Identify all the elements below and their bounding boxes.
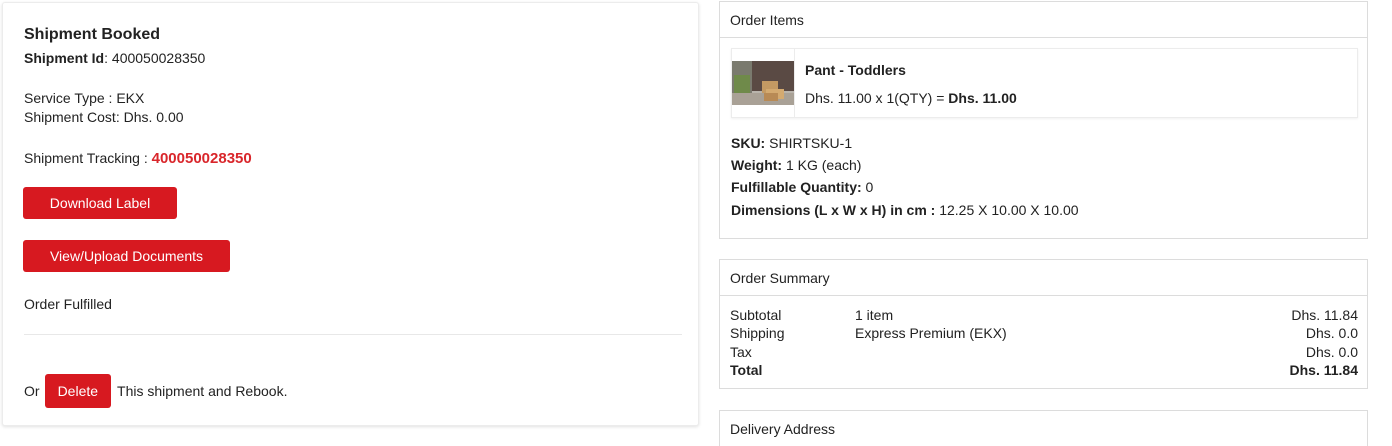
sku-label: SKU: xyxy=(731,135,766,151)
tracking-number-link[interactable]: 400050028350 xyxy=(152,150,252,167)
sku-value: SHIRTSKU-1 xyxy=(765,135,853,151)
rebook-row: Or Delete This shipment and Rebook. xyxy=(24,374,287,408)
rebook-suffix: This shipment and Rebook. xyxy=(117,383,288,399)
product-photo-icon xyxy=(732,49,794,117)
shipment-id-label: Shipment Id xyxy=(24,50,105,66)
order-items-heading: Order Items xyxy=(720,2,1367,38)
dimensions-label: Dimensions (L x W x H) in cm : xyxy=(731,202,936,218)
summary-label: Total xyxy=(730,362,763,378)
fulfillable-row: Fulfillable Quantity: 0 xyxy=(731,179,873,195)
summary-label: Tax xyxy=(730,344,752,360)
shipment-id-value: : 400050028350 xyxy=(104,50,206,66)
view-upload-documents-button[interactable]: View/Upload Documents xyxy=(23,240,230,272)
delivery-address-panel: Delivery Address xyxy=(719,410,1368,446)
summary-row-shipping: Shipping Express Premium (EKX) Dhs. 0.0 xyxy=(730,325,1358,343)
item-price-line: Dhs. 11.00 x 1(QTY) = Dhs. 11.00 xyxy=(805,90,1017,106)
summary-row-total: Total Dhs. 11.84 xyxy=(730,362,1358,380)
rebook-prefix: Or xyxy=(24,383,40,399)
order-status: Order Fulfilled xyxy=(24,296,112,312)
delete-button[interactable]: Delete xyxy=(44,374,112,408)
tracking-label: Shipment Tracking : xyxy=(24,150,152,166)
shipment-tracking-row: Shipment Tracking : 400050028350 xyxy=(24,150,252,167)
order-summary-heading: Order Summary xyxy=(720,260,1367,296)
shipment-title: Shipment Booked xyxy=(24,26,161,43)
order-items-panel: Order Items Pant - Toddlers Dhs. 11.00 x… xyxy=(719,1,1368,239)
summary-row-subtotal: Subtotal 1 item Dhs. 11.84 xyxy=(730,307,1358,325)
summary-amount: Dhs. 11.84 xyxy=(1291,307,1358,323)
weight-value: 1 KG (each) xyxy=(782,157,862,173)
delivery-address-heading: Delivery Address xyxy=(730,421,836,437)
summary-amount: Dhs. 11.84 xyxy=(1289,362,1359,378)
shipment-cost: Shipment Cost: Dhs. 0.00 xyxy=(24,109,184,125)
fulfillable-value: 0 xyxy=(861,179,874,195)
shipment-card: Shipment Booked Shipment Id: 40005002835… xyxy=(2,2,699,426)
summary-detail: Express Premium (EKX) xyxy=(855,325,1007,341)
order-summary-panel: Order Summary Subtotal 1 item Dhs. 11.84… xyxy=(719,259,1368,389)
item-price-calc: Dhs. 11.00 x 1(QTY) = xyxy=(805,90,949,106)
product-image xyxy=(732,49,795,117)
summary-row-tax: Tax Dhs. 0.0 xyxy=(730,344,1358,362)
summary-amount: Dhs. 0.0 xyxy=(1305,344,1358,360)
divider xyxy=(24,334,682,335)
dimensions-value: 12.25 X 10.00 X 10.00 xyxy=(935,202,1079,218)
item-name: Pant - Toddlers xyxy=(805,62,906,78)
download-label-button[interactable]: Download Label xyxy=(23,187,177,219)
summary-label: Shipping xyxy=(730,325,785,341)
summary-amount: Dhs. 0.0 xyxy=(1305,325,1358,341)
shipment-id-row: Shipment Id: 400050028350 xyxy=(24,50,205,66)
weight-row: Weight: 1 KG (each) xyxy=(731,157,861,173)
summary-label: Subtotal xyxy=(730,307,782,323)
fulfillable-label: Fulfillable Quantity: xyxy=(731,179,862,195)
sku-row: SKU: SHIRTSKU-1 xyxy=(731,135,852,151)
item-price-total: Dhs. 11.00 xyxy=(948,90,1017,106)
weight-label: Weight: xyxy=(731,157,783,173)
service-type: Service Type : EKX xyxy=(24,90,145,106)
order-item-card: Pant - Toddlers Dhs. 11.00 x 1(QTY) = Dh… xyxy=(731,48,1358,118)
summary-detail: 1 item xyxy=(855,307,894,323)
dimensions-row: Dimensions (L x W x H) in cm : 12.25 X 1… xyxy=(731,202,1079,218)
